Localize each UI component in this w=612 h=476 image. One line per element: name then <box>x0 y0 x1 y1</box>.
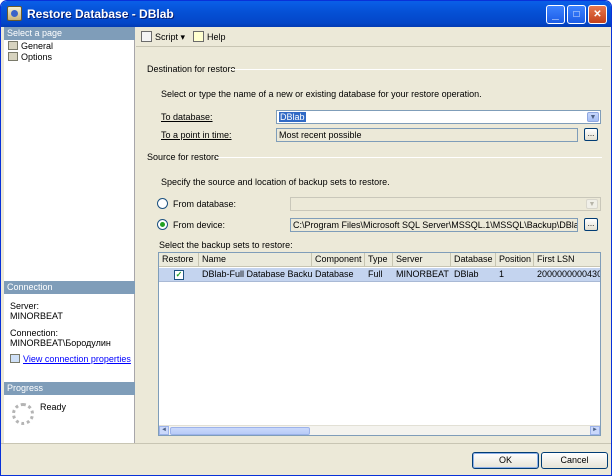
to-database-combobox[interactable]: DBlab ▼ <box>276 110 601 124</box>
position-cell: 1 <box>499 269 505 279</box>
from-device-radio[interactable] <box>157 219 168 230</box>
column-header-server[interactable]: Server <box>393 253 451 267</box>
from-device-browse-button[interactable]: ... <box>584 218 598 231</box>
window-title: Restore Database - DBlab <box>27 7 174 21</box>
view-connection-properties[interactable]: View connection properties <box>10 354 131 364</box>
page-icon <box>8 52 18 61</box>
horizontal-scrollbar[interactable]: ◄ ► <box>159 425 600 435</box>
column-header-name[interactable]: Name <box>199 253 312 267</box>
minimize-button[interactable]: _ <box>546 5 565 24</box>
server-value: MINORBEAT <box>10 311 63 321</box>
to-database-value: DBlab <box>279 112 306 122</box>
progress-status: Ready <box>40 402 67 412</box>
help-button[interactable]: Help <box>193 30 226 44</box>
divider <box>230 69 602 70</box>
backup-sets-label: Select the backup sets to restore: <box>159 240 293 250</box>
divider <box>216 157 602 158</box>
name-cell: DBlab-Full Database Backup <box>202 269 312 279</box>
destination-description: Select or type the name of a new or exis… <box>161 89 482 99</box>
left-pane: Select a page General Options Connection… <box>4 27 135 443</box>
to-database-label: To database: <box>161 112 213 122</box>
title-bar[interactable]: Restore Database - DBlab _ □ ✕ <box>1 1 611 27</box>
help-icon <box>193 31 204 42</box>
type-cell: Full <box>368 269 383 279</box>
restore-cell[interactable]: ✓ <box>159 268 199 282</box>
restore-checkbox[interactable]: ✓ <box>174 270 184 280</box>
page-label-options: Options <box>21 52 53 62</box>
from-device-field: C:\Program Files\Microsoft SQL Server\MS… <box>290 218 578 232</box>
toolbar: Script ▾ Help <box>136 27 610 47</box>
point-in-time-field: Most recent possible <box>276 128 578 142</box>
from-device-label: From device: <box>173 220 226 230</box>
server-cell: MINORBEAT <box>396 269 449 279</box>
from-database-radio[interactable] <box>157 198 168 209</box>
column-header-database[interactable]: Database <box>451 253 496 267</box>
source-header: Source for restore <box>147 152 220 162</box>
dialog-button-bar: OK Cancel <box>1 443 611 475</box>
column-header-type[interactable]: Type <box>365 253 393 267</box>
source-description: Specify the source and location of backu… <box>161 177 390 187</box>
progress-header: Progress <box>4 382 135 395</box>
column-header-first-lsn[interactable]: First LSN <box>534 253 600 267</box>
cancel-button[interactable]: Cancel <box>541 452 608 469</box>
point-in-time-browse-button[interactable]: ... <box>584 128 598 141</box>
properties-icon <box>10 354 20 363</box>
destination-header: Destination for restore <box>147 64 236 74</box>
connection-value: MINORBEAT\Бородулин <box>10 338 111 348</box>
help-label: Help <box>207 32 226 42</box>
column-header-restore[interactable]: Restore <box>159 253 199 267</box>
chevron-down-icon: ▾ <box>180 32 186 42</box>
point-in-time-label: To a point in time: <box>161 130 232 140</box>
maximize-button[interactable]: □ <box>567 5 586 24</box>
script-label: Script <box>155 32 179 42</box>
scrollbar-thumb[interactable] <box>170 427 310 435</box>
main-pane: Script ▾ Help Destination for restore Se… <box>136 27 610 443</box>
ok-button[interactable]: OK <box>472 452 539 469</box>
page-icon <box>8 41 18 50</box>
close-button[interactable]: ✕ <box>588 5 607 24</box>
database-icon <box>7 6 22 21</box>
restore-database-window: Restore Database - DBlab _ □ ✕ Select a … <box>0 0 612 476</box>
first-lsn-cell: 2000000000430 <box>537 269 600 279</box>
from-database-label: From database: <box>173 199 237 209</box>
from-database-combobox[interactable] <box>290 197 601 211</box>
progress-spinner-icon <box>12 403 34 425</box>
database-cell: DBlab <box>454 269 479 279</box>
scroll-right-icon[interactable]: ► <box>590 426 600 435</box>
connection-header: Connection <box>4 281 135 294</box>
script-icon <box>141 31 152 42</box>
page-item-options[interactable]: Options <box>8 51 52 63</box>
chevron-down-icon[interactable]: ▼ <box>587 112 599 122</box>
column-header-component[interactable]: Component <box>312 253 365 267</box>
server-label: Server: <box>10 301 40 311</box>
component-cell: Database <box>315 269 354 279</box>
scroll-left-icon[interactable]: ◄ <box>159 426 169 435</box>
select-page-header: Select a page <box>4 27 135 40</box>
connection-label: Connection: <box>10 328 59 338</box>
script-button[interactable]: Script ▾ <box>141 30 185 44</box>
page-label-general: General <box>21 41 54 51</box>
backup-sets-grid[interactable]: Restore Name Component Type Server Datab… <box>158 252 601 436</box>
column-header-position[interactable]: Position <box>496 253 534 267</box>
view-connection-properties-link[interactable]: View connection properties <box>23 354 131 364</box>
chevron-down-icon: ▼ <box>586 199 598 209</box>
